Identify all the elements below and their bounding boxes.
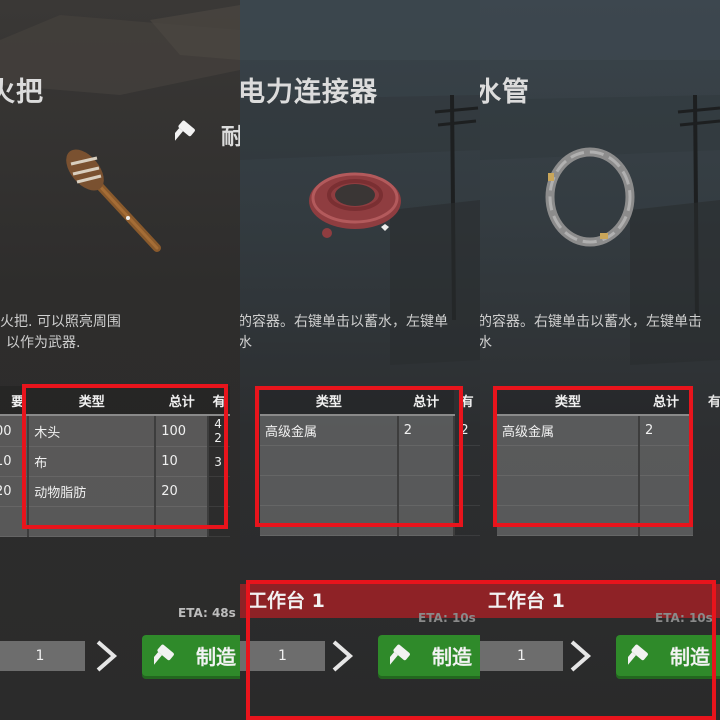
have-column-header: 有 <box>708 395 720 410</box>
arrow-right-icon[interactable] <box>94 638 118 674</box>
item-title: 水管 <box>480 77 530 108</box>
craft-button[interactable]: 制造 <box>142 635 240 679</box>
highlight-box <box>493 386 693 527</box>
torch-item-icon <box>66 149 161 252</box>
crafting-panel-torch: 火把 耐 火把. 可以照亮周围 以作为武器. 要 类型 总计 有 00 木头 1… <box>0 0 240 720</box>
item-description: 火把. 可以照亮周围 以作为武器. <box>0 314 121 351</box>
highlight-box <box>246 580 480 720</box>
item-title: 电力连接器 <box>240 77 378 108</box>
craft-button-label: 制造 <box>196 645 236 669</box>
highlight-box <box>255 386 463 527</box>
hammer-icon <box>154 644 174 666</box>
eta-label: ETA: 48s <box>178 606 236 620</box>
crafting-panel-connector: 电力连接器 的容器。右键单击以蓄水，左键单 水 类型 总计 有 高级金属 2 2 <box>240 0 480 720</box>
item-description: 的容器。右键单击以蓄水，左键单击 水 <box>480 314 702 351</box>
hose-item-icon <box>545 147 635 247</box>
quantity-field[interactable]: 1 <box>0 641 85 671</box>
highlight-box <box>22 384 228 529</box>
item-title: 火把 <box>0 77 44 108</box>
item-description: 的容器。右键单击以蓄水，左键单 水 <box>240 314 448 351</box>
cable-item-icon <box>309 172 401 238</box>
durability-label: 耐 <box>221 125 240 150</box>
hammer-icon <box>170 120 203 152</box>
highlight-box <box>480 580 716 720</box>
crafting-panel-hose: 水管 的容器。右键单击以蓄水，左键单击 水 类型 总计 高级金属 2 有 工作台… <box>480 0 720 720</box>
